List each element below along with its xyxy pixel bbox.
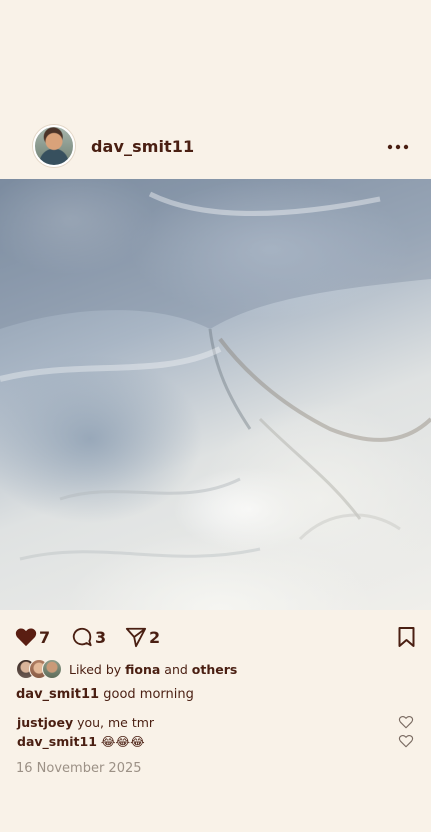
comment-like-icon[interactable] <box>398 715 414 729</box>
like-action[interactable]: 7 <box>15 624 50 650</box>
share-count: 2 <box>149 627 161 647</box>
liked-by-others[interactable]: others <box>192 662 238 677</box>
liker-avatar <box>42 659 62 679</box>
heart-filled-icon[interactable] <box>15 627 37 647</box>
post-photo[interactable] <box>0 179 431 610</box>
liked-by-middle: and <box>160 661 192 677</box>
bedsheet-illustration <box>0 179 431 561</box>
caption-text: good morning <box>99 687 194 702</box>
comment-like-icon[interactable] <box>398 734 414 748</box>
comment-item: dav_smit11 😂😂😂 <box>17 734 145 749</box>
comment-count: 3 <box>95 627 107 647</box>
comment-action[interactable]: 3 <box>71 624 106 650</box>
comment-text: you, me tmr <box>73 715 155 730</box>
caption-username[interactable]: dav_smit11 <box>16 687 99 702</box>
post-header: dav_smit11 <box>0 125 431 169</box>
comment-username[interactable]: dav_smit11 <box>17 734 97 749</box>
more-horizontal-icon[interactable] <box>386 139 410 155</box>
liked-by-prefix: Liked by <box>69 661 126 677</box>
liked-by-text: Liked by fiona and others <box>69 662 237 677</box>
comment-icon[interactable] <box>71 626 93 648</box>
comment-text: 😂😂😂 <box>96 734 145 749</box>
send-icon[interactable] <box>125 626 147 648</box>
post-username[interactable]: dav_smit11 <box>91 137 194 156</box>
liked-by-user[interactable]: fiona <box>125 662 160 677</box>
save-action[interactable] <box>397 624 416 650</box>
user-avatar[interactable] <box>33 125 75 167</box>
bookmark-icon[interactable] <box>397 626 416 648</box>
comment-username[interactable]: justjoey <box>17 715 73 730</box>
comment-item: justjoey you, me tmr <box>17 715 154 730</box>
like-count: 7 <box>39 627 51 647</box>
share-action[interactable]: 2 <box>125 624 160 650</box>
post-actions: 7 3 2 <box>0 624 431 650</box>
liked-by-row[interactable]: Liked by fiona and others <box>16 658 237 680</box>
post-caption: dav_smit11 good morning <box>16 687 194 702</box>
post-date: 16 November 2025 <box>16 761 142 776</box>
